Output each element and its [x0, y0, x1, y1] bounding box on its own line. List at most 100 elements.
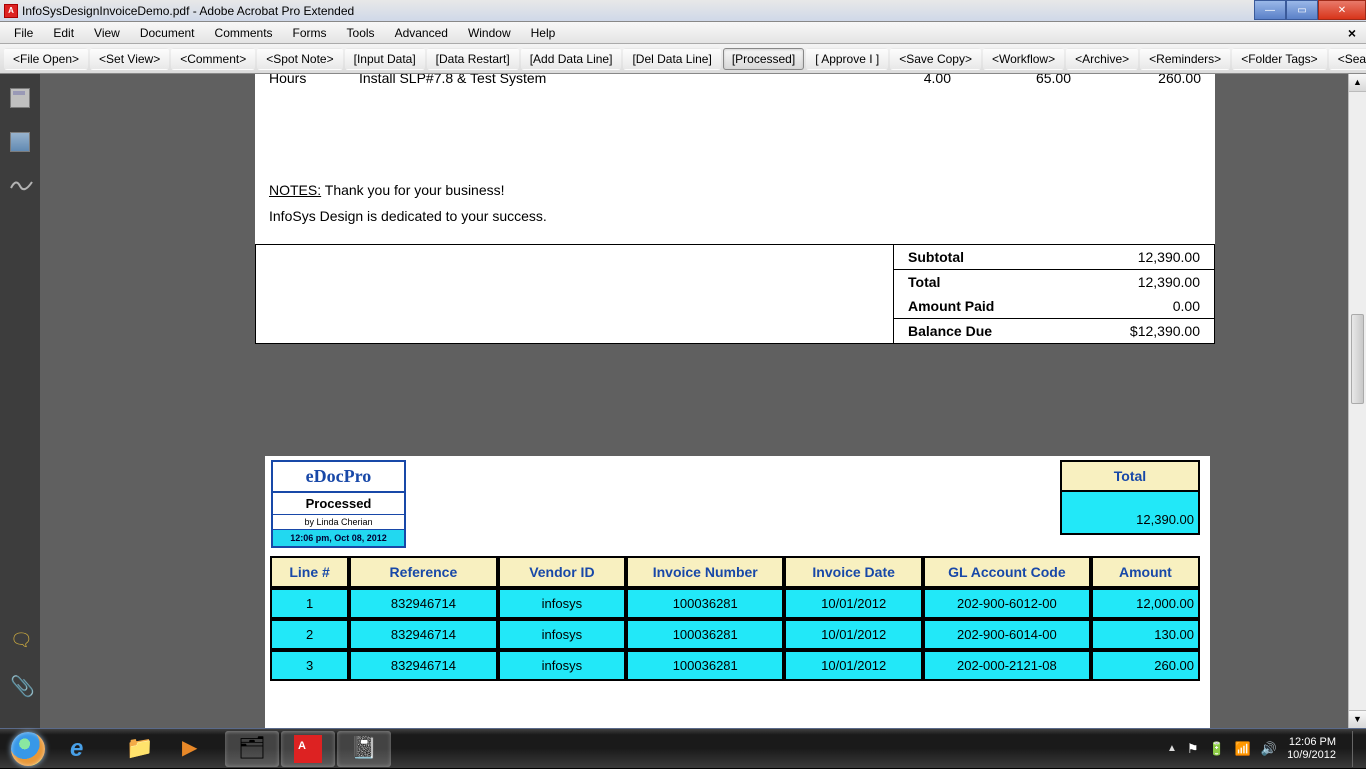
ed-cell-invno: 100036281	[626, 588, 784, 619]
ed-cell-invno: 100036281	[626, 650, 784, 681]
toolbar-btn-6[interactable]: [Add Data Line]	[521, 48, 622, 70]
ed-cell-amt: 130.00	[1091, 619, 1200, 650]
menu-advanced[interactable]: Advanced	[385, 24, 458, 42]
menu-help[interactable]: Help	[521, 24, 566, 42]
tray-clock[interactable]: 12:06 PM 10/9/2012	[1287, 736, 1336, 762]
toolbar-btn-4[interactable]: [Input Data]	[345, 48, 425, 70]
toolbar-btn-12[interactable]: <Archive>	[1066, 48, 1138, 70]
ed-header-1: Reference	[349, 556, 497, 588]
ed-cell-line: 2	[270, 619, 349, 650]
ed-cell-gl: 202-000-2121-08	[923, 650, 1091, 681]
tray-show-hidden-icon[interactable]: ▲	[1167, 743, 1177, 754]
maximize-button[interactable]: ▭	[1286, 0, 1318, 20]
stamp-by: by Linda Cherian	[273, 515, 404, 530]
ed-header-5: GL Account Code	[923, 556, 1091, 588]
notes-label: NOTES:	[269, 182, 321, 198]
toolbar-btn-1[interactable]: <Set View>	[90, 48, 169, 70]
scroll-down-arrow[interactable]: ▼	[1349, 710, 1366, 728]
ed-cell-line: 3	[270, 650, 349, 681]
invoice-notes: NOTES: Thank you for your business!	[255, 172, 1215, 202]
tray-flag-icon[interactable]: ⚑	[1187, 741, 1199, 757]
tray-date: 10/9/2012	[1287, 749, 1336, 762]
ed-row: 2832946714infosys10003628110/01/2012202-…	[270, 619, 1200, 650]
toolbar-btn-8[interactable]: [Processed]	[723, 48, 804, 70]
menu-forms[interactable]: Forms	[283, 24, 337, 42]
tray-volume-icon[interactable]: 🔊	[1261, 741, 1277, 757]
minimize-button[interactable]: —	[1254, 0, 1286, 20]
ed-cell-gl: 202-900-6014-00	[923, 619, 1091, 650]
main-area: 🗨 📎 Hours Install SLP#7.8 & Test System …	[0, 74, 1366, 728]
signatures-panel-icon[interactable]	[10, 176, 30, 196]
paid-row: Amount Paid0.00	[894, 294, 1214, 318]
ed-cell-vendor: infosys	[498, 619, 626, 650]
taskbar-acrobat[interactable]: A	[281, 731, 335, 767]
close-document-button[interactable]: ×	[1342, 25, 1362, 41]
ed-cell-invno: 100036281	[626, 619, 784, 650]
comments-panel-icon[interactable]: 🗨	[10, 630, 30, 650]
menu-view[interactable]: View	[84, 24, 130, 42]
taskbar-app1[interactable]: 🗂	[225, 731, 279, 767]
show-desktop-button[interactable]	[1352, 731, 1360, 767]
ed-header-2: Vendor ID	[498, 556, 626, 588]
pdf-page-1: Hours Install SLP#7.8 & Test System 4.00…	[255, 74, 1215, 344]
toolbar-btn-10[interactable]: <Save Copy>	[890, 48, 981, 70]
menu-tools[interactable]: Tools	[337, 24, 385, 42]
tray-network-icon[interactable]: 📶	[1235, 741, 1251, 757]
attachments-panel-icon[interactable]: 📎	[10, 674, 30, 694]
scroll-up-arrow[interactable]: ▲	[1349, 74, 1366, 92]
menu-document[interactable]: Document	[130, 24, 205, 42]
invoice-totals: Subtotal12,390.00 Total12,390.00 Amount …	[255, 244, 1215, 344]
line-amount: 260.00	[1071, 74, 1201, 86]
pages-panel-icon[interactable]	[10, 88, 30, 108]
vertical-scrollbar[interactable]: ▲ ▼	[1348, 74, 1366, 728]
ed-cell-gl: 202-900-6012-00	[923, 588, 1091, 619]
ed-cell-amt: 12,000.00	[1091, 588, 1200, 619]
total-row: Total12,390.00	[894, 269, 1214, 294]
stamp-status: Processed	[273, 493, 404, 515]
menu-file[interactable]: File	[4, 24, 43, 42]
nav-sidebar: 🗨 📎	[0, 74, 40, 728]
toolbar-btn-13[interactable]: <Reminders>	[1140, 48, 1230, 70]
window-title: InfoSysDesignInvoiceDemo.pdf - Adobe Acr…	[22, 4, 354, 18]
toolbar-btn-9[interactable]: [ Approve I ]	[806, 48, 888, 70]
toolbar-btn-15[interactable]: <Search>	[1329, 48, 1366, 70]
system-tray: ▲ ⚑ 🔋 📶 🔊 12:06 PM 10/9/2012	[1167, 731, 1366, 767]
start-button[interactable]	[0, 729, 56, 769]
toolbar-btn-7[interactable]: [Del Data Line]	[623, 48, 720, 70]
toolbar-btn-0[interactable]: <File Open>	[4, 48, 88, 70]
scroll-thumb[interactable]	[1351, 314, 1364, 404]
pdf-icon: A	[4, 4, 18, 18]
ed-row: 1832946714infosys10003628110/01/2012202-…	[270, 588, 1200, 619]
line-unit: Hours	[269, 74, 359, 86]
window-buttons: — ▭ ✕	[1254, 0, 1366, 20]
menu-window[interactable]: Window	[458, 24, 521, 42]
menu-edit[interactable]: Edit	[43, 24, 84, 42]
ed-row: 3832946714infosys10003628110/01/2012202-…	[270, 650, 1200, 681]
edoc-table: Line #ReferenceVendor IDInvoice NumberIn…	[270, 556, 1200, 681]
invoice-notes-2: InfoSys Design is dedicated to your succ…	[255, 202, 1215, 244]
taskbar-ie[interactable]: e	[57, 731, 111, 767]
toolbar-btn-3[interactable]: <Spot Note>	[257, 48, 342, 70]
taskbar-app2[interactable]: 📓	[337, 731, 391, 767]
notes-text: Thank you for your business!	[321, 182, 504, 198]
line-qty: 4.00	[831, 74, 951, 86]
toolbar-btn-2[interactable]: <Comment>	[171, 48, 255, 70]
totals-box: Total 12,390.00	[1060, 460, 1200, 535]
bookmarks-panel-icon[interactable]	[10, 132, 30, 152]
ed-cell-amt: 260.00	[1091, 650, 1200, 681]
toolbar-btn-11[interactable]: <Workflow>	[983, 48, 1064, 70]
document-viewport[interactable]: Hours Install SLP#7.8 & Test System 4.00…	[40, 74, 1366, 728]
close-button[interactable]: ✕	[1318, 0, 1366, 20]
toolbar-btn-5[interactable]: [Data Restart]	[427, 48, 519, 70]
taskbar-media[interactable]: ▶	[169, 731, 223, 767]
menu-bar: File Edit View Document Comments Forms T…	[0, 22, 1366, 44]
invoice-line-row: Hours Install SLP#7.8 & Test System 4.00…	[255, 74, 1215, 92]
tray-power-icon[interactable]: 🔋	[1209, 741, 1225, 757]
taskbar-explorer[interactable]: 📁	[113, 731, 167, 767]
stamp-timestamp: 12:06 pm, Oct 08, 2012	[273, 530, 404, 546]
ed-cell-invdate: 10/01/2012	[784, 650, 923, 681]
menu-comments[interactable]: Comments	[205, 24, 283, 42]
ed-cell-line: 1	[270, 588, 349, 619]
toolbar-btn-14[interactable]: <Folder Tags>	[1232, 48, 1327, 70]
taskbar: e 📁 ▶ 🗂 A 📓 ▲ ⚑ 🔋 📶 🔊 12:06 PM 10/9/2012	[0, 728, 1366, 768]
